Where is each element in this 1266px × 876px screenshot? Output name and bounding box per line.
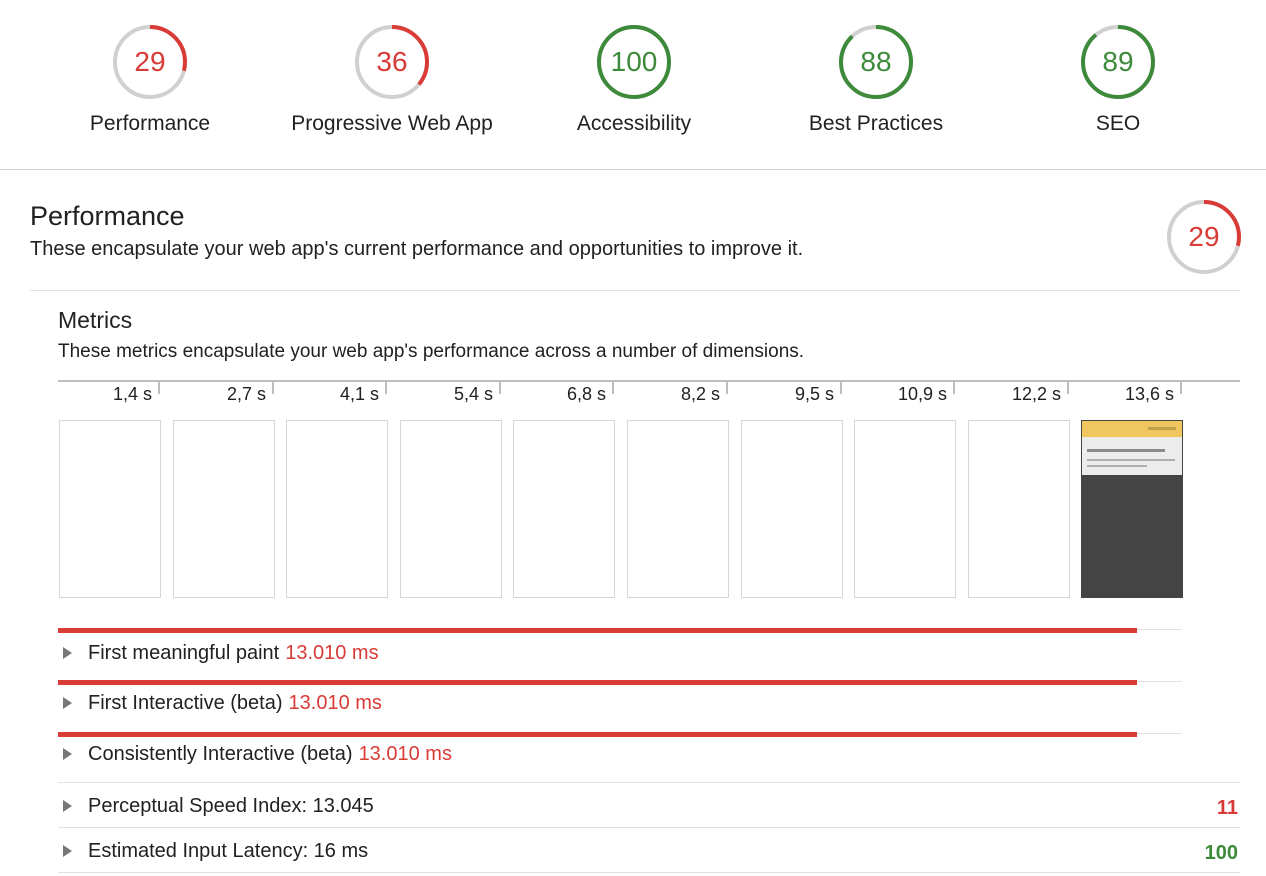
app-header-thumbnail (1082, 421, 1182, 437)
metric-consistently-interactive[interactable]: Consistently Interactive (beta) 13.010 m… (58, 736, 452, 772)
metric-label: Consistently Interactive (beta) (88, 742, 353, 765)
filmstrip-tick (499, 382, 501, 394)
filmstrip-time-label: 1,4 s (112, 384, 152, 404)
filmstrip-time-label: 9,5 s (794, 384, 834, 404)
expand-triangle-icon[interactable] (63, 647, 72, 659)
text-line (1087, 459, 1175, 461)
metric-label: Perceptual Speed Index: 13.045 (88, 794, 374, 817)
expand-triangle-icon[interactable] (63, 800, 72, 812)
filmstrip-frame (741, 420, 843, 598)
performance-score-gauge: 29 (1166, 199, 1242, 275)
score-value: 29 (134, 46, 166, 77)
divider (58, 827, 1240, 828)
filmstrip-time-label: 10,9 s (897, 384, 947, 404)
section-title: Performance (30, 201, 185, 231)
category-label: SEO (1095, 112, 1141, 135)
metric-value: 13.010 ms (285, 641, 379, 664)
category-pwa[interactable]: 36 Progressive Web App (272, 24, 512, 136)
text-line (1087, 465, 1147, 467)
menu-thumbnail (1148, 427, 1176, 430)
filmstrip-frame (1081, 420, 1183, 598)
metrics-title: Metrics (58, 307, 133, 333)
filmstrip-tick (840, 382, 842, 394)
metrics-description: These metrics encapsulate your web app's… (58, 341, 805, 362)
metric-perceptual-speed-index[interactable]: Perceptual Speed Index: 13.045 (58, 788, 374, 824)
metric-bar (58, 628, 1137, 633)
score-gauge: 100 (596, 24, 672, 100)
category-accessibility[interactable]: 100 Accessibility (514, 24, 754, 136)
category-label: Accessibility (576, 112, 692, 135)
filmstrip-frame (173, 420, 275, 598)
divider (58, 872, 1240, 873)
metric-value: 13.010 ms (288, 691, 382, 714)
filmstrip-frame (968, 420, 1070, 598)
filmstrip-tick (1067, 382, 1069, 394)
divider (58, 782, 1240, 783)
filmstrip-time-label: 2,7 s (226, 384, 266, 404)
score-gauge: 36 (354, 24, 430, 100)
metric-score: 100 (1204, 842, 1238, 864)
score-summary: 29 Performance 36 Progressive Web App 10… (0, 0, 1266, 170)
metric-label: First Interactive (beta) (88, 691, 283, 714)
category-seo[interactable]: 89 SEO (998, 24, 1238, 136)
metric-first-interactive[interactable]: First Interactive (beta) 13.010 ms (58, 685, 382, 721)
filmstrip-timeline (58, 380, 1240, 382)
filmstrip-time-label: 12,2 s (1011, 384, 1061, 404)
metric-label: First meaningful paint (88, 641, 280, 664)
category-label: Performance (89, 112, 211, 135)
metric-estimated-input-latency[interactable]: Estimated Input Latency: 16 ms (58, 833, 368, 869)
score-gauge: 29 (112, 24, 188, 100)
category-label: Progressive Web App (291, 112, 493, 135)
score-value: 100 (610, 46, 658, 77)
filmstrip-time-label: 4,1 s (339, 384, 379, 404)
expand-triangle-icon[interactable] (63, 845, 72, 857)
filmstrip-time-label: 13,6 s (1124, 384, 1174, 404)
filmstrip-frame (59, 420, 161, 598)
expand-triangle-icon[interactable] (63, 697, 72, 709)
category-performance[interactable]: 29 Performance (30, 24, 270, 136)
score-value: 29 (1188, 221, 1220, 252)
filmstrip-frame (400, 420, 502, 598)
category-label: Best Practices (808, 112, 944, 135)
category-best-practices[interactable]: 88 Best Practices (756, 24, 996, 136)
metric-first-meaningful-paint[interactable]: First meaningful paint 13.010 ms (58, 635, 379, 671)
filmstrip-frame (286, 420, 388, 598)
filmstrip-tick (385, 382, 387, 394)
metric-value: 13.010 ms (358, 742, 452, 765)
expand-triangle-icon[interactable] (63, 748, 72, 760)
metric-score: 11 (1216, 797, 1238, 819)
filmstrip-frame (854, 420, 956, 598)
filmstrip-time-label: 5,4 s (453, 384, 493, 404)
filmstrip-tick (272, 382, 274, 394)
score-gauge: 89 (1080, 24, 1156, 100)
filmstrip-frame (627, 420, 729, 598)
filmstrip-tick (726, 382, 728, 394)
score-gauge: 88 (838, 24, 914, 100)
filmstrip-tick (158, 382, 160, 394)
content-card-thumbnail (1082, 437, 1182, 475)
filmstrip-tick (612, 382, 614, 394)
filmstrip-tick (953, 382, 955, 394)
metric-label: Estimated Input Latency: 16 ms (88, 839, 369, 862)
score-value: 88 (860, 46, 892, 77)
filmstrip-time-label: 6,8 s (566, 384, 606, 404)
text-line (1087, 449, 1165, 452)
filmstrip-frame (513, 420, 615, 598)
divider (30, 290, 1240, 291)
filmstrip-time-label: 8,2 s (680, 384, 720, 404)
filmstrip-tick (1180, 382, 1182, 394)
score-value: 36 (376, 46, 408, 77)
section-description: These encapsulate your web app's current… (30, 238, 804, 260)
score-value: 89 (1102, 46, 1134, 77)
